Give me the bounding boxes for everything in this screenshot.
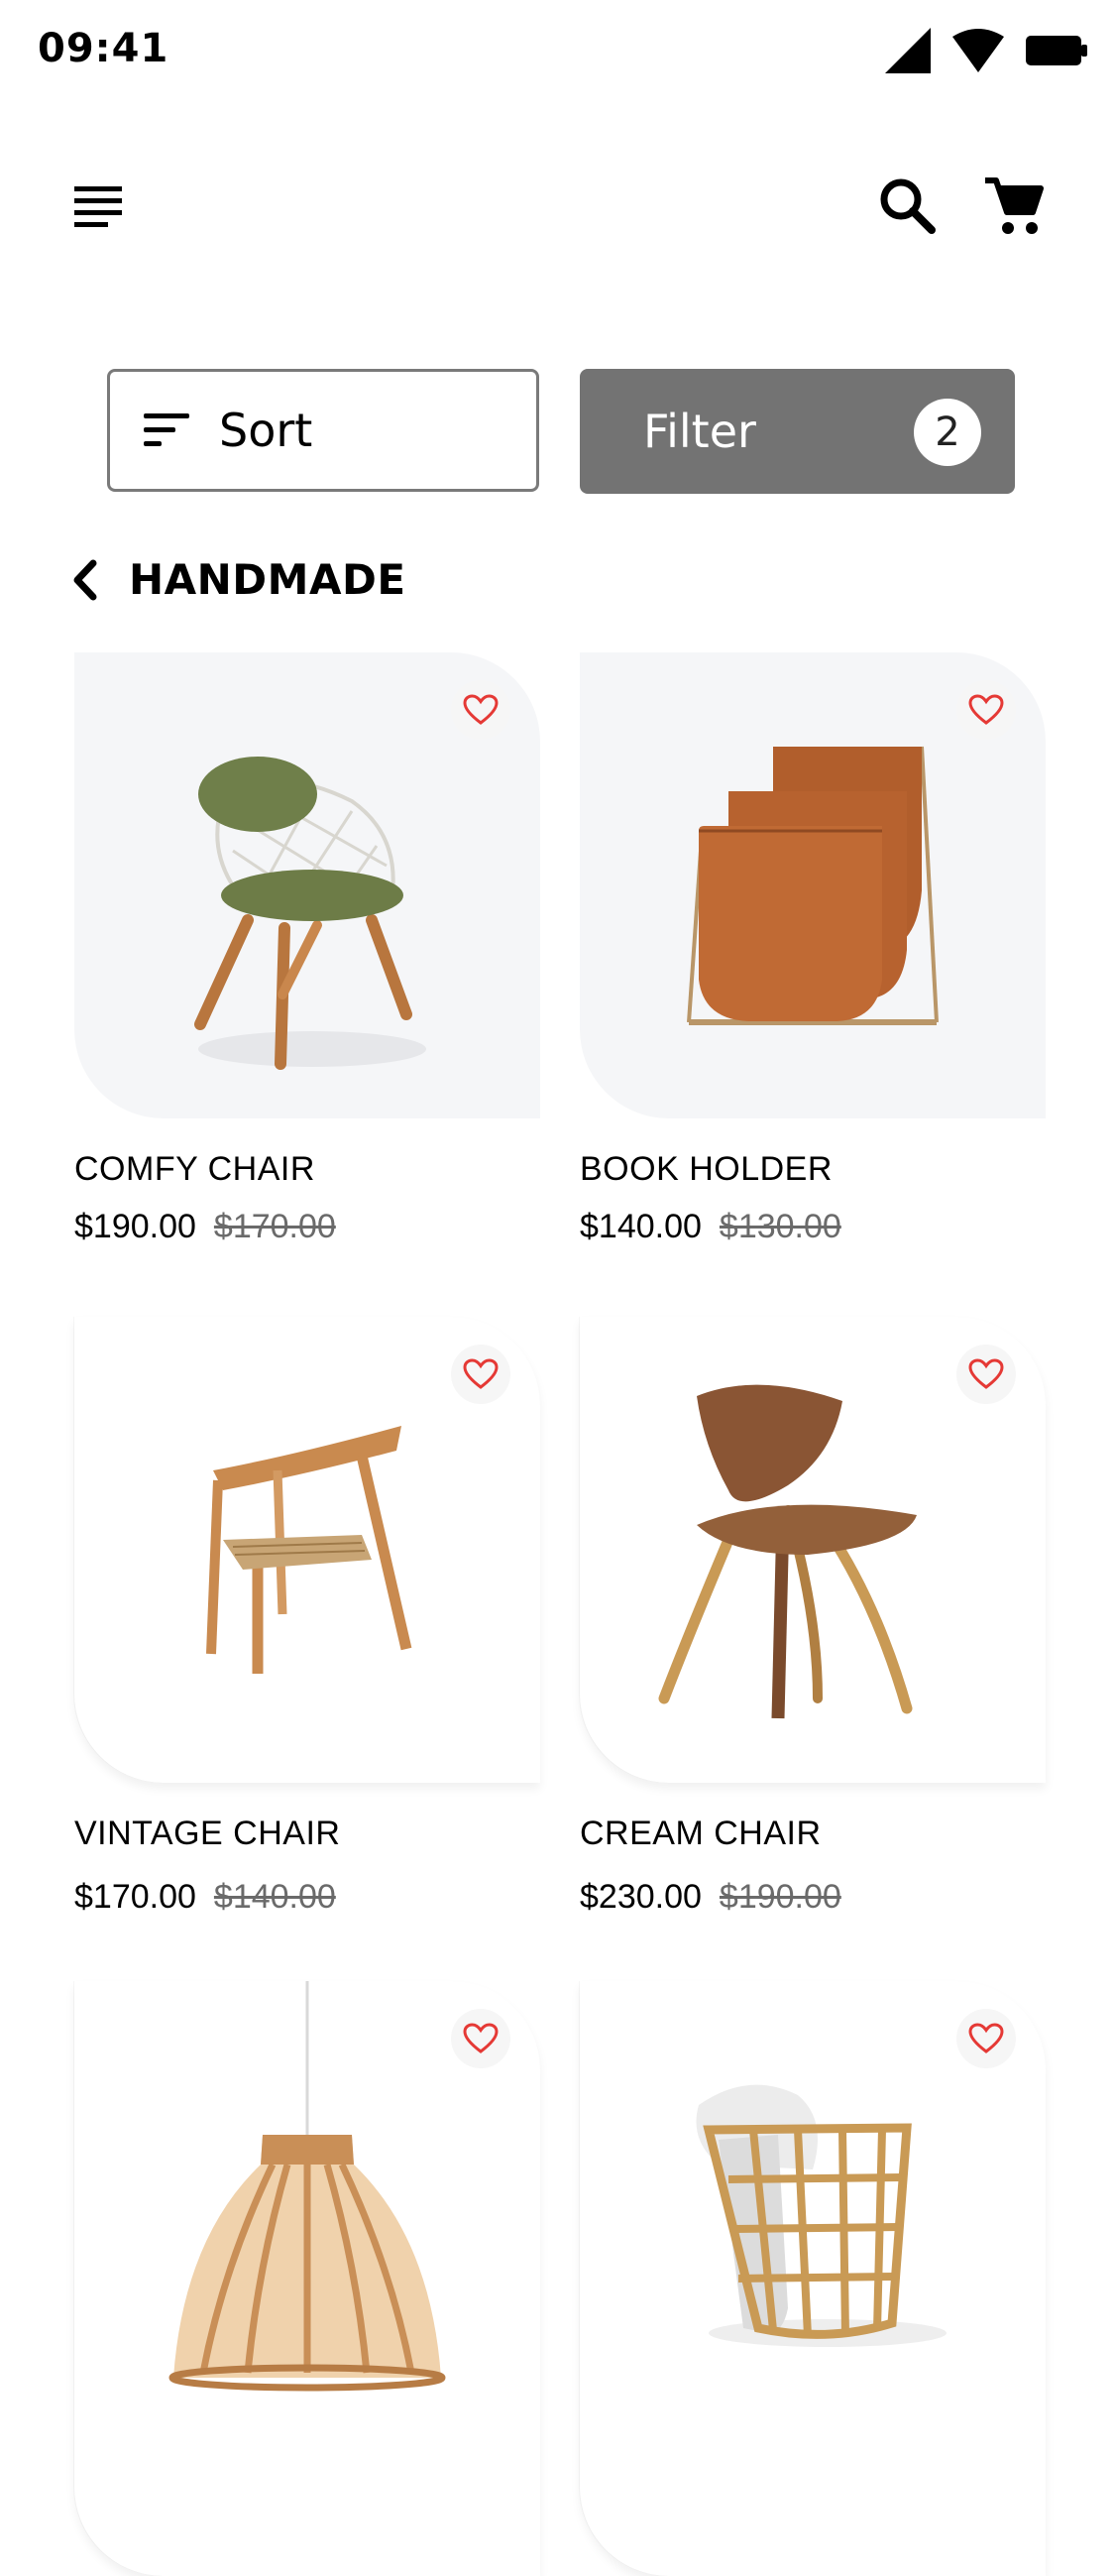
filter-count-badge: 2 xyxy=(914,399,981,466)
battery-icon xyxy=(1026,36,1087,65)
app-bar xyxy=(0,149,1115,258)
wifi-icon xyxy=(952,29,1004,72)
product-prices: $190.00 $170.00 xyxy=(74,1208,336,1246)
favorite-button[interactable] xyxy=(451,2009,510,2068)
sort-button[interactable]: Sort xyxy=(107,369,539,492)
menu-icon xyxy=(74,186,122,227)
product-old-price: $140.00 xyxy=(213,1878,336,1916)
filter-label: Filter xyxy=(643,405,756,458)
product-card[interactable] xyxy=(74,652,540,1118)
product-old-price: $130.00 xyxy=(719,1208,841,1245)
product-prices: $140.00 $130.00 xyxy=(580,1208,841,1246)
filter-button[interactable]: Filter 2 xyxy=(580,369,1015,494)
favorite-button[interactable] xyxy=(451,1345,510,1404)
product-name: CREAM CHAIR xyxy=(580,1815,822,1852)
favorite-button[interactable] xyxy=(956,2009,1016,2068)
product-name: VINTAGE CHAIR xyxy=(74,1815,341,1852)
product-card[interactable] xyxy=(580,1981,1046,2576)
sort-label: Sort xyxy=(219,404,313,457)
product-name: COMFY CHAIR xyxy=(74,1150,315,1188)
category-title: HANDMADE xyxy=(129,555,406,604)
product-card[interactable] xyxy=(74,1317,540,1783)
product-card[interactable] xyxy=(74,1981,540,2576)
product-card[interactable] xyxy=(580,1317,1046,1783)
search-button[interactable] xyxy=(868,167,948,246)
cart-button[interactable] xyxy=(973,165,1057,248)
product-price: $170.00 xyxy=(74,1878,196,1916)
cart-icon xyxy=(985,177,1044,234)
favorite-button[interactable] xyxy=(451,680,510,740)
product-image xyxy=(696,2084,947,2347)
product-price: $230.00 xyxy=(580,1878,702,1916)
product-old-price: $170.00 xyxy=(213,1208,336,1245)
sort-icon xyxy=(144,413,189,446)
product-card[interactable] xyxy=(580,652,1046,1118)
chevron-left-icon[interactable] xyxy=(71,559,97,601)
heart-outline-icon xyxy=(463,2023,499,2053)
signal-icon xyxy=(885,28,931,73)
heart-outline-icon xyxy=(968,694,1004,725)
heart-outline-icon xyxy=(463,1358,499,1389)
status-time: 09:41 xyxy=(38,26,169,71)
heart-outline-icon xyxy=(968,2023,1004,2053)
product-old-price: $190.00 xyxy=(719,1878,841,1916)
category-header: HANDMADE xyxy=(71,555,406,604)
favorite-button[interactable] xyxy=(956,1345,1016,1404)
product-prices: $230.00 $190.00 xyxy=(580,1878,841,1917)
menu-button[interactable] xyxy=(59,169,139,248)
product-price: $190.00 xyxy=(74,1208,196,1245)
heart-outline-icon xyxy=(968,1358,1004,1389)
product-price: $140.00 xyxy=(580,1208,702,1245)
favorite-button[interactable] xyxy=(956,680,1016,740)
product-prices: $170.00 $140.00 xyxy=(74,1878,336,1917)
status-icons xyxy=(885,28,1087,73)
product-name: BOOK HOLDER xyxy=(580,1150,833,1188)
search-icon xyxy=(880,178,936,234)
product-image xyxy=(168,1981,446,2392)
status-bar: 09:41 xyxy=(0,0,1115,99)
heart-outline-icon xyxy=(463,694,499,725)
